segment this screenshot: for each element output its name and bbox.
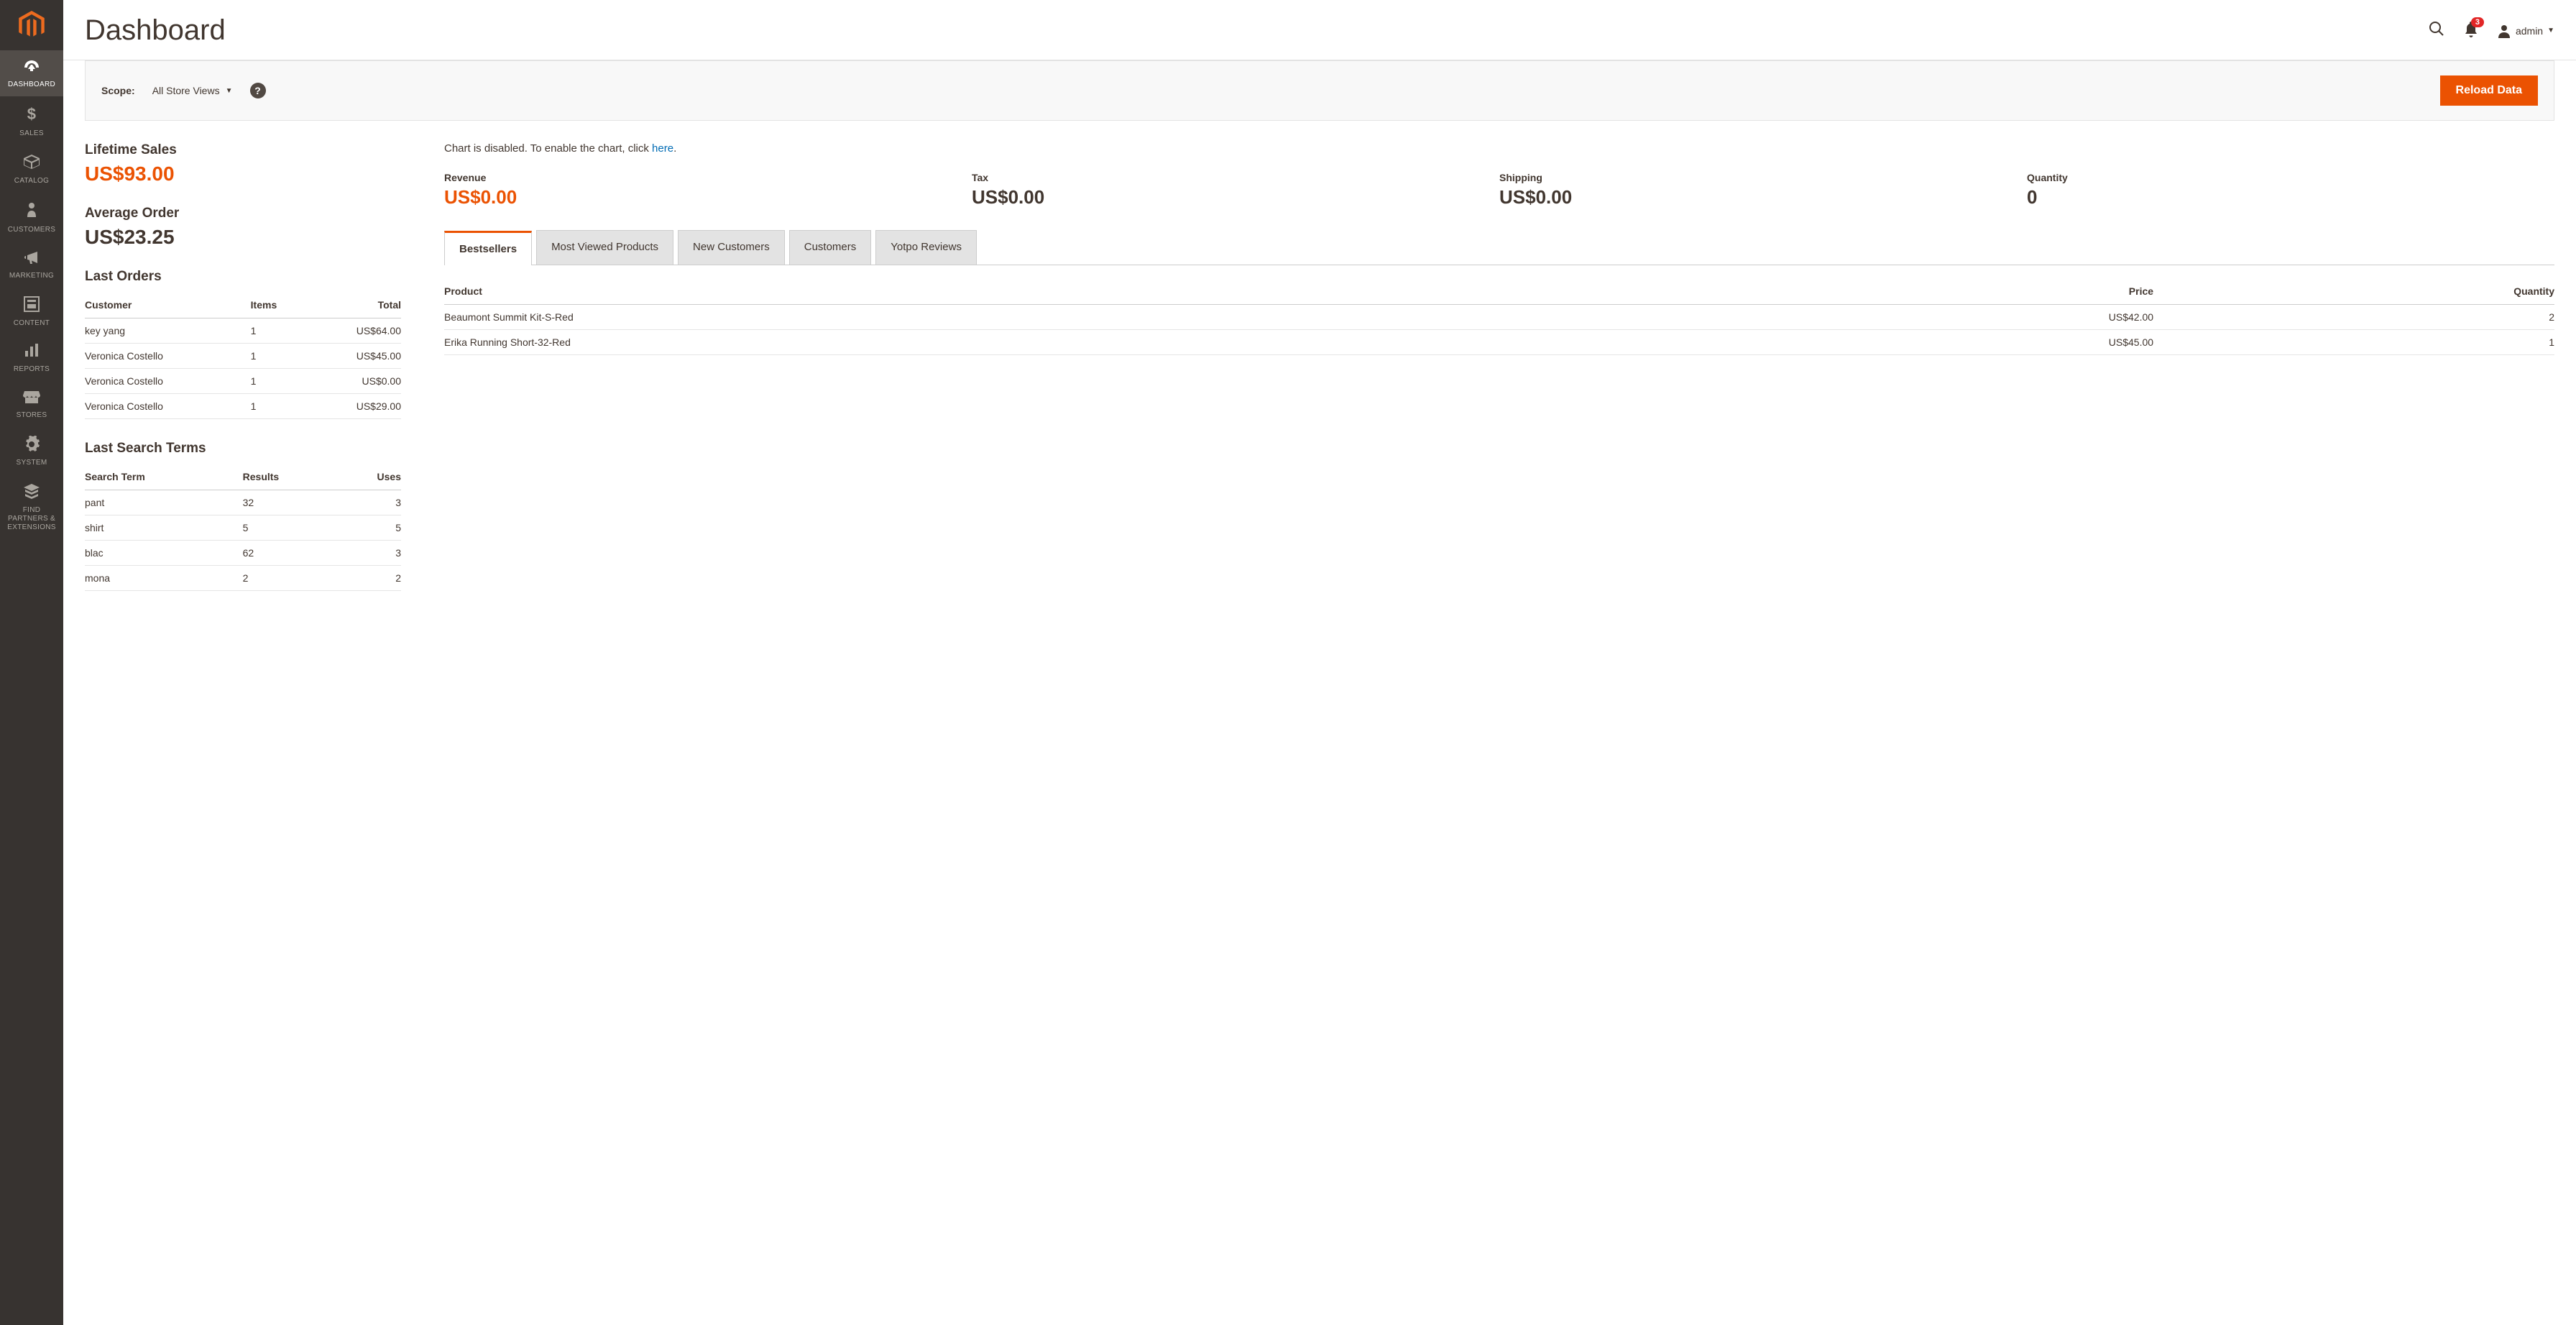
notifications-button[interactable]: 3	[2464, 22, 2478, 40]
sidebar-item-label: STORES	[3, 411, 60, 420]
layout-icon	[3, 296, 60, 316]
tab-most-viewed[interactable]: Most Viewed Products	[536, 230, 673, 265]
dollar-icon: $	[3, 105, 60, 127]
sidebar-item-label: SALES	[3, 129, 60, 138]
sidebar-item-system[interactable]: SYSTEM	[0, 427, 63, 474]
average-order-value: US$23.25	[85, 226, 401, 249]
sidebar-item-label: FIND PARTNERS & EXTENSIONS	[3, 506, 60, 532]
lifetime-sales-title: Lifetime Sales	[85, 142, 401, 158]
last-search-section: Last Search Terms Search Term Results Us…	[85, 441, 401, 591]
col-product: Product	[444, 278, 1714, 305]
col-total: Total	[306, 292, 401, 318]
scope-bar: Scope: All Store Views ▼ ? Reload Data	[85, 60, 2554, 121]
reload-data-button[interactable]: Reload Data	[2440, 75, 2538, 106]
last-orders-title: Last Orders	[85, 269, 401, 285]
col-term: Search Term	[85, 464, 243, 490]
sidebar-item-label: REPORTS	[3, 365, 60, 374]
col-results: Results	[243, 464, 339, 490]
enable-chart-link[interactable]: here	[652, 142, 673, 155]
magento-logo[interactable]	[0, 0, 63, 50]
scope-dropdown[interactable]: All Store Views ▼	[152, 85, 233, 96]
lifetime-sales-block: Lifetime Sales US$93.00	[85, 142, 401, 185]
sidebar-item-label: CUSTOMERS	[3, 226, 60, 234]
sidebar-item-label: MARKETING	[3, 272, 60, 280]
sidebar-item-label: CATALOG	[3, 177, 60, 185]
table-row[interactable]: blac623	[85, 541, 401, 566]
dashboard-tabs: Bestsellers Most Viewed Products New Cus…	[444, 230, 2554, 265]
admin-username: admin	[2516, 25, 2543, 37]
summary-tax: Tax US$0.00	[972, 172, 1499, 208]
col-items: Items	[251, 292, 306, 318]
summary-stats: Revenue US$0.00 Tax US$0.00 Shipping US$…	[444, 172, 2554, 208]
search-icon[interactable]	[2428, 20, 2445, 42]
sidebar-item-reports[interactable]: REPORTS	[0, 335, 63, 381]
table-row[interactable]: key yang1US$64.00	[85, 318, 401, 344]
tab-yotpo[interactable]: Yotpo Reviews	[875, 230, 977, 265]
sidebar-item-stores[interactable]: STORES	[0, 381, 63, 427]
megaphone-icon	[3, 250, 60, 269]
summary-shipping: Shipping US$0.00	[1499, 172, 2027, 208]
summary-quantity: Quantity 0	[2027, 172, 2554, 208]
caret-down-icon: ▼	[226, 87, 233, 95]
sidebar-item-customers[interactable]: CUSTOMERS	[0, 193, 63, 242]
sidebar: DASHBOARD $ SALES CATALOG CUSTOMERS MARK…	[0, 0, 63, 1325]
user-icon	[2497, 24, 2511, 38]
scope-value: All Store Views	[152, 85, 220, 96]
col-quantity: Quantity	[2153, 278, 2554, 305]
tab-bestsellers[interactable]: Bestsellers	[444, 231, 532, 265]
table-row[interactable]: Veronica Costello1US$45.00	[85, 344, 401, 369]
tab-new-customers[interactable]: New Customers	[678, 230, 785, 265]
table-row[interactable]: shirt55	[85, 515, 401, 541]
average-order-title: Average Order	[85, 206, 401, 221]
dashboard-icon	[3, 59, 60, 78]
summary-revenue: Revenue US$0.00	[444, 172, 972, 208]
scope-label: Scope:	[101, 85, 135, 96]
page-header: Dashboard 3 admin ▼	[63, 0, 2576, 60]
sidebar-item-dashboard[interactable]: DASHBOARD	[0, 50, 63, 96]
lifetime-sales-value: US$93.00	[85, 162, 401, 185]
partners-icon	[3, 483, 60, 503]
table-row[interactable]: mona22	[85, 566, 401, 591]
sidebar-item-label: DASHBOARD	[3, 81, 60, 89]
average-order-block: Average Order US$23.25	[85, 206, 401, 249]
gear-icon	[3, 436, 60, 456]
tab-customers[interactable]: Customers	[789, 230, 872, 265]
sidebar-item-partners[interactable]: FIND PARTNERS & EXTENSIONS	[0, 474, 63, 539]
col-customer: Customer	[85, 292, 251, 318]
col-price: Price	[1714, 278, 2153, 305]
table-row[interactable]: Erika Running Short-32-RedUS$45.001	[444, 330, 2554, 355]
chart-disabled-notice: Chart is disabled. To enable the chart, …	[444, 142, 2554, 155]
sidebar-item-label: CONTENT	[3, 319, 60, 328]
bestsellers-content: Product Price Quantity Beaumont Summit K…	[444, 265, 2554, 355]
col-uses: Uses	[338, 464, 401, 490]
help-icon[interactable]: ?	[250, 83, 266, 98]
table-row[interactable]: pant323	[85, 490, 401, 515]
notification-badge: 3	[2471, 17, 2484, 27]
sidebar-item-sales[interactable]: $ SALES	[0, 96, 63, 145]
page-title: Dashboard	[85, 14, 226, 47]
svg-text:$: $	[27, 105, 37, 122]
table-row[interactable]: Veronica Costello1US$0.00	[85, 369, 401, 394]
caret-down-icon: ▼	[2547, 27, 2554, 35]
magento-logo-icon	[19, 11, 45, 40]
sidebar-item-label: SYSTEM	[3, 459, 60, 467]
admin-user-menu[interactable]: admin ▼	[2497, 24, 2554, 38]
last-orders-section: Last Orders Customer Items Total key yan…	[85, 269, 401, 419]
last-search-title: Last Search Terms	[85, 441, 401, 457]
bars-icon	[3, 344, 60, 362]
table-row[interactable]: Beaumont Summit Kit-S-RedUS$42.002	[444, 305, 2554, 330]
sidebar-item-catalog[interactable]: CATALOG	[0, 145, 63, 193]
box-icon	[3, 154, 60, 174]
store-icon	[3, 390, 60, 408]
table-row[interactable]: Veronica Costello1US$29.00	[85, 394, 401, 419]
person-icon	[3, 201, 60, 223]
sidebar-item-content[interactable]: CONTENT	[0, 288, 63, 335]
sidebar-item-marketing[interactable]: MARKETING	[0, 242, 63, 288]
